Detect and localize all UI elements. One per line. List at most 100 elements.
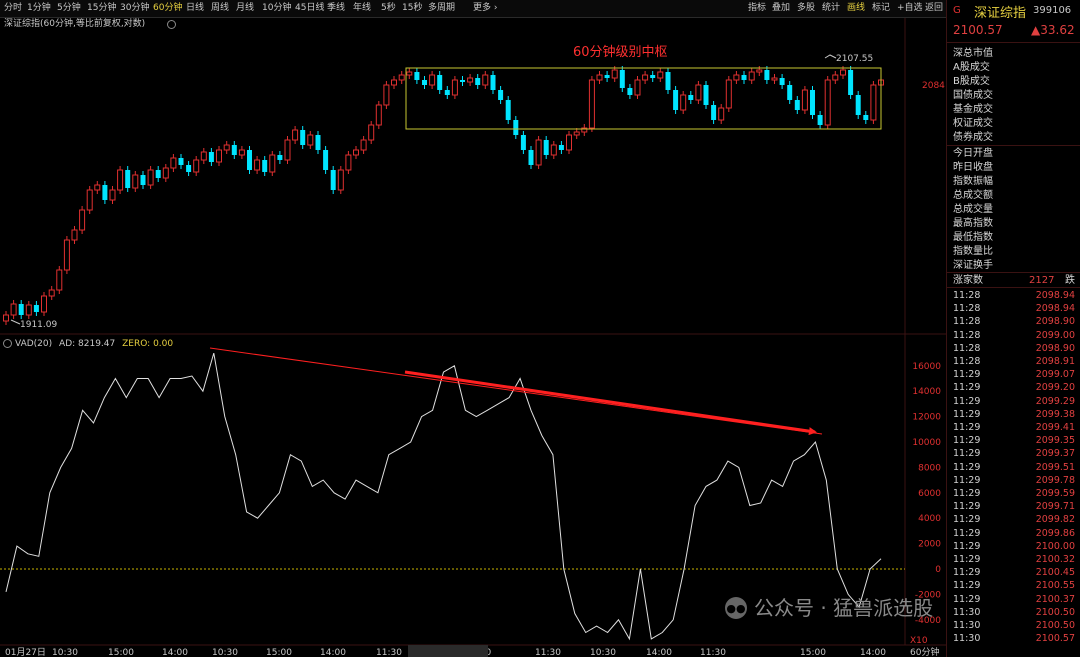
indicator-tick-label: 6000 [918,489,941,499]
candle-body [634,79,641,96]
tick-time: 11:29 [953,554,981,565]
candle-body [801,89,808,111]
candle-body [695,84,702,101]
candle-body [824,79,831,126]
candle-body [414,72,420,80]
indicator-tick-label: 4000 [918,514,941,524]
candle-body [840,69,846,76]
candle-body [353,149,359,156]
tick-row: 11:29 2099.41 [947,421,1080,434]
tick-price: 2098.94 [1035,303,1075,315]
tick-price: 2100.00 [1035,540,1075,552]
time-axis-label: 11:30 [700,648,726,657]
chart-canvas[interactable]: 60分钟级别中枢 2107.55 1911.09 2084 16000 14000… [0,0,946,657]
tick-price: 2100.50 [1035,620,1075,631]
candle-body [573,131,580,136]
candle-body [725,79,732,109]
tick-price: 2099.37 [1035,448,1075,460]
tick-row: 11:29 2099.35 [947,434,1080,447]
tick-row: 11:29 2099.20 [947,381,1080,394]
time-axis-label: 14:00 [320,648,346,657]
indicator-tick-label: 16000 [912,362,941,372]
candle-body [703,85,709,105]
candle-body [307,134,314,146]
candle-body [79,209,86,231]
candle-body [330,170,336,190]
tick-time: 11:29 [953,488,981,499]
candle-body [178,158,184,165]
candle-body [102,185,108,200]
stat-item: 最低指数 [953,232,993,243]
tick-price: 2099.07 [1035,369,1075,381]
tick-row: 11:28 2098.90 [947,315,1080,328]
candle-body [223,144,230,151]
candle-body [566,134,572,151]
index-code: 399106 [1033,5,1072,16]
candle-body [216,149,222,163]
candle-body [718,107,725,121]
time-axis-label: 10:30 [212,648,238,657]
tick-row: 11:29 2100.37 [947,593,1080,606]
candle-body [604,75,610,78]
breadth-label: 涨家数 [953,275,983,286]
candle-body [41,295,47,313]
candle-body [855,95,861,115]
candle-body [756,69,763,73]
candle-body [711,105,717,120]
candle-body [505,100,511,120]
scale-label: X10 [910,636,928,646]
candle-body [794,100,800,110]
tick-time: 11:30 [953,606,981,618]
low-marker [10,319,21,325]
tick-time: 11:29 [953,527,981,539]
tick-time: 11:29 [953,593,981,605]
time-axis-label: 15:00 [800,648,826,657]
candle-body [3,314,9,322]
candle-body [863,115,869,120]
time-axis-label: 10:30 [590,648,616,657]
panel-separator [947,287,1080,288]
time-axis-label: 14:00 [860,648,886,657]
divergence-arrow [404,370,817,436]
price-axis-label: 2084 [922,81,945,91]
candle-body [147,169,154,186]
tick-price: 2099.78 [1035,474,1075,486]
candle-body [140,175,146,185]
tick-price: 2098.90 [1035,316,1075,328]
tick-row: 11:29 2099.37 [947,447,1080,460]
candle-body [71,229,78,241]
candle-body [482,74,489,86]
candle-body [284,139,291,161]
tick-row: 11:29 2099.29 [947,395,1080,408]
candle-body [657,71,664,79]
candle-body [63,239,70,271]
candle-body [741,75,747,80]
candle-body [300,130,306,145]
market-item: A股成交 [953,62,990,73]
candle-body [10,303,17,316]
candle-body [186,165,192,172]
time-axis-label: 11:30 [376,648,402,657]
candle-body [231,145,237,155]
candle-body [680,94,687,111]
tick-row: 11:29 2100.55 [947,579,1080,592]
index-name: 深证综指 [974,6,1027,21]
candle-body [170,157,177,169]
candle-body [771,77,778,81]
indicator-tick-label: 14000 [912,387,941,397]
tick-row: 11:29 2099.51 [947,461,1080,474]
panel-separator [947,272,1080,273]
indicator-tick-label: 2000 [918,540,941,550]
candle-body [817,115,823,125]
candle-body [665,72,671,90]
candle-body [627,88,633,95]
tick-price: 2099.59 [1035,488,1075,499]
tick-price: 2100.50 [1035,606,1075,618]
candle-body [292,129,299,141]
tick-row: 11:30 2100.50 [947,619,1080,632]
stock-chart-app: 分时 1分钟 5分钟 15分钟 30分钟 60分钟 日线 周线 月线 10分钟 … [0,0,1080,657]
candle-body [558,145,564,150]
period-axis-label: 60分钟 [910,646,939,657]
index-flag: G [953,5,961,16]
candle-body [56,269,63,291]
